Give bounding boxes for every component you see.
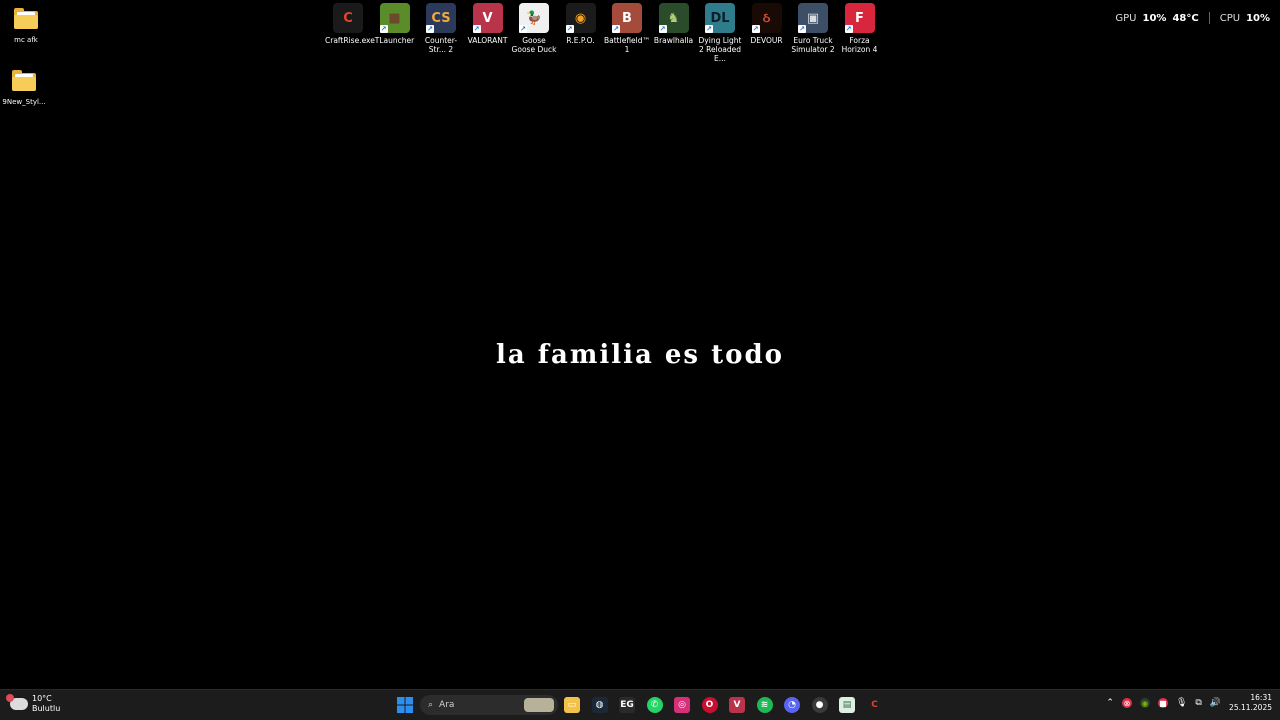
network-icon[interactable]: ⧉ (1195, 698, 1201, 708)
game-label: CraftRise.exe (325, 36, 375, 45)
folder-icon (12, 8, 40, 30)
monitor-divider (1208, 12, 1210, 24)
desktop-folder-9new-styl[interactable]: 9New_Styl... (0, 70, 50, 107)
search-highlight-icon (524, 698, 554, 712)
game-shortcut[interactable]: DL ↗ Dying Light 2 Reloaded E... (697, 3, 743, 63)
game-icon: CS ↗ (426, 3, 456, 33)
clock[interactable]: 16:31 25.11.2025 (1229, 693, 1272, 713)
game-icon: V ↗ (472, 3, 503, 33)
shortcut-arrow-icon: ↗ (426, 25, 434, 33)
gpu-usage: 10% (1142, 12, 1167, 24)
game-shortcut[interactable]: ▣ ↗ Euro Truck Simulator 2 (790, 3, 836, 54)
game-label: Euro Truck Simulator 2 (791, 36, 835, 54)
clock-date: 25.11.2025 (1229, 703, 1272, 712)
obs-icon[interactable]: ● (811, 697, 828, 713)
microphone-icon[interactable]: 🎙 (1176, 698, 1187, 708)
clock-time: 16:31 (1250, 693, 1272, 702)
chevron-up-icon[interactable]: ⌃ (1106, 698, 1114, 708)
shortcut-arrow-icon: ↗ (379, 25, 388, 33)
folder-icon (10, 70, 38, 92)
game-icon: ♞ ↗ (658, 3, 689, 33)
wallpaper-motto: la familia es todo (496, 340, 784, 370)
game-label: Goose Goose Duck (511, 36, 557, 54)
shortcut-arrow-icon: ↗ (612, 25, 620, 33)
valorant-taskbar-icon[interactable]: V (729, 697, 745, 713)
instagram-icon[interactable]: ◎ (674, 697, 690, 713)
game-label: VALORANT (467, 36, 508, 45)
windows-logo-icon (397, 697, 413, 713)
shortcut-arrow-icon: ↗ (751, 25, 760, 33)
game-icon: B ↗ (612, 3, 642, 33)
cpu-label: CPU (1219, 12, 1241, 24)
hardware-monitor-overlay: GPU 10% 48°C CPU 10% (1115, 12, 1270, 24)
desktop-folder-mc-afk[interactable]: mc afk (0, 8, 52, 45)
desktop-icon-label: 9New_Styl... (2, 98, 46, 106)
search-icon: ⌕ (428, 700, 434, 710)
game-label: Counter-Str... 2 (424, 36, 458, 54)
game-icon: DL ↗ (705, 3, 735, 33)
game-shortcut[interactable]: B ↗ Battlefield™ 1 (604, 3, 650, 54)
epic-games-icon[interactable]: EG (619, 697, 635, 713)
game-icon: C (333, 3, 363, 33)
game-shortcut[interactable]: ઠ ↗ DEVOUR (744, 3, 790, 45)
alert-badge (6, 694, 14, 702)
whatsapp-icon[interactable]: ✆ (646, 697, 663, 713)
steam-icon[interactable]: ◍ (591, 697, 608, 713)
file-explorer-icon[interactable]: ▭ (564, 697, 580, 713)
gpu-temp: 48°C (1172, 12, 1199, 24)
game-icon: 🦆 ↗ (519, 3, 549, 33)
game-shortcut[interactable]: V ↗ VALORANT (465, 3, 511, 45)
volume-icon[interactable]: 🔊 (1210, 698, 1221, 708)
shortcut-arrow-icon: ↗ (798, 25, 806, 33)
game-icon: ◉ ↗ (565, 3, 596, 33)
game-shortcut[interactable]: F ↗ Forza Horizon 4 (837, 3, 883, 54)
game-shortcut[interactable]: CS ↗ Counter-Str... 2 (418, 3, 464, 54)
game-label: DEVOUR (750, 36, 783, 45)
record-icon[interactable]: ■ (1157, 698, 1168, 708)
notepad-icon[interactable]: ▤ (839, 697, 855, 713)
game-shortcut[interactable]: ♞ ↗ Brawlhalla (651, 3, 697, 45)
antivirus-icon[interactable]: ⊗ (1121, 698, 1132, 708)
game-icon: ઠ ↗ (751, 3, 782, 33)
discord-icon[interactable]: ◔ (784, 697, 800, 713)
game-shortcut[interactable]: ◉ ↗ R.E.P.O. (558, 3, 604, 45)
game-label: TLauncher (374, 36, 415, 45)
shortcut-arrow-icon: ↗ (705, 25, 713, 33)
game-label: Brawlhalla (653, 36, 694, 45)
weather-widget[interactable]: 10°C Bulutlu (6, 694, 61, 714)
cpu-usage: 10% (1246, 12, 1270, 24)
opera-icon[interactable]: O (701, 697, 718, 713)
game-icon: ■ ↗ (379, 3, 410, 33)
search-placeholder: Ara (439, 700, 455, 710)
game-label: Forza Horizon 4 (841, 36, 878, 54)
spotify-icon[interactable]: ≋ (756, 697, 773, 713)
shortcut-arrow-icon: ↗ (658, 25, 667, 33)
nvidia-icon[interactable]: ◉ (1139, 698, 1150, 708)
cloud-icon (6, 694, 28, 710)
desktop-icon-label: mc afk (14, 36, 38, 44)
shortcut-arrow-icon: ↗ (565, 25, 574, 33)
search-input[interactable]: ⌕ Ara (420, 695, 558, 715)
shortcut-arrow-icon: ↗ (472, 25, 481, 33)
game-shortcut[interactable]: C CraftRise.exe (325, 3, 375, 45)
shortcut-arrow-icon: ↗ (844, 25, 853, 33)
shortcut-arrow-icon: ↗ (519, 25, 527, 33)
game-icon: ▣ ↗ (798, 3, 828, 33)
game-label: R.E.P.O. (566, 36, 595, 45)
taskbar: 10°C Bulutlu ⌕ Ara ▭ ◍ EG ✆ ◎ O V ≋ ◔ ● ▤ C ⌃ ⊗ ◉ ■… (0, 689, 1280, 720)
start-button[interactable] (397, 697, 413, 713)
game-shortcut[interactable]: ■ ↗ TLauncher (372, 3, 418, 45)
craftrise-taskbar-icon[interactable]: C (866, 697, 883, 713)
game-shortcut[interactable]: 🦆 ↗ Goose Goose Duck (511, 3, 557, 54)
game-label: Dying Light 2 Reloaded E... (698, 36, 742, 63)
weather-description: Bulutlu (32, 704, 61, 713)
game-label: Battlefield™ 1 (604, 36, 651, 54)
weather-temperature: 10°C (32, 694, 52, 703)
gpu-label: GPU (1115, 12, 1137, 24)
system-tray: ⌃ ⊗ ◉ ■ 🎙 ⧉ 🔊 16:31 25.11.2025 (1106, 693, 1272, 713)
game-icon: F ↗ (844, 3, 875, 33)
